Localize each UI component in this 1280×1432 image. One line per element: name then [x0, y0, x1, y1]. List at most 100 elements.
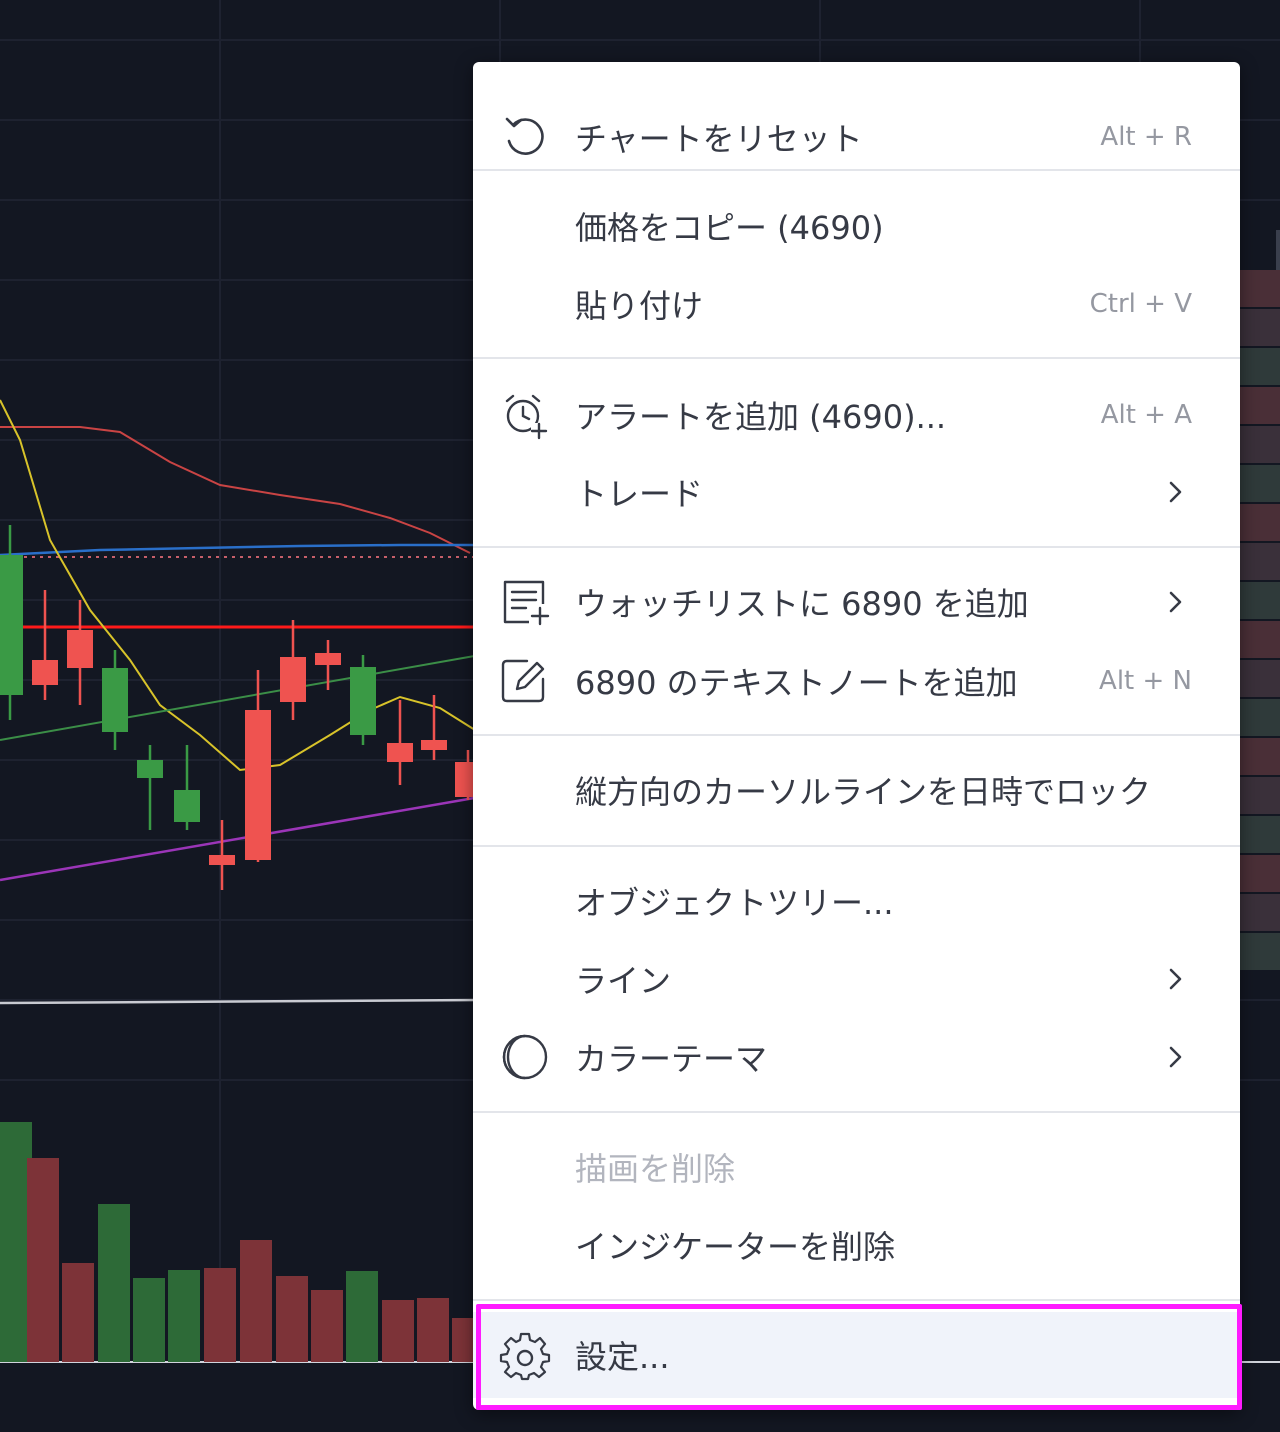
menu-item-label: 描画を削除	[575, 1150, 736, 1188]
menu-item-object-tree[interactable]: オブジェクトツリー...	[473, 862, 1240, 940]
volume-bars	[0, 1122, 484, 1362]
menu-item-color-theme[interactable]: カラーテーマ	[473, 1018, 1240, 1096]
volume-bar	[133, 1278, 165, 1362]
menu-item-shortcut: Alt + A	[1100, 400, 1192, 430]
price-scale-block	[1240, 933, 1280, 970]
menu-item-settings[interactable]: 設定...	[473, 1312, 1240, 1398]
price-scale-block	[1240, 348, 1280, 385]
indicator-line	[0, 426, 471, 554]
chevron-right-icon	[1169, 968, 1182, 990]
price-scale-block	[1240, 894, 1280, 931]
menu-item-label: アラートを追加 (4690)...	[575, 398, 947, 436]
menu-item-label: ウォッチリストに 6890 を追加	[575, 585, 1029, 623]
menu-item-paste[interactable]: 貼り付け Ctrl + V	[473, 265, 1240, 343]
candle-body	[137, 760, 163, 778]
price-scale-block	[1240, 777, 1280, 814]
menu-separator	[473, 1299, 1240, 1301]
candle-body	[350, 667, 376, 735]
volume-bar	[382, 1300, 414, 1362]
price-scale-block	[1240, 309, 1280, 346]
price-scale-block	[1240, 504, 1280, 541]
price-scale-block	[1240, 582, 1280, 619]
watchlist-add-icon	[503, 580, 550, 626]
menu-item-reset-chart[interactable]: チャートをリセット Alt + R	[473, 98, 1240, 176]
price-scale-block	[1240, 426, 1280, 463]
price-scale-block	[1240, 855, 1280, 892]
menu-item-label: 縦方向のカーソルラインを日時でロック	[575, 773, 1152, 811]
indicator-line	[0, 543, 480, 557]
menu-item-label: トレード	[575, 475, 704, 513]
price-scale-block	[1240, 543, 1280, 580]
volume-bar	[204, 1268, 236, 1362]
menu-item-label: チャートをリセット	[575, 120, 863, 158]
candle-body	[245, 710, 271, 860]
menu-separator	[473, 1111, 1240, 1113]
menu-separator	[473, 357, 1240, 359]
channel-line	[0, 795, 481, 882]
candle-body	[174, 790, 200, 822]
candle-body	[387, 743, 413, 762]
volume-bar	[311, 1290, 343, 1362]
menu-separator	[473, 845, 1240, 847]
menu-item-lines[interactable]: ライン	[473, 940, 1240, 1018]
price-scale-panel	[1240, 230, 1280, 970]
note-edit-icon	[501, 659, 545, 703]
price-scale-block	[1240, 387, 1280, 424]
volume-bar	[98, 1204, 130, 1362]
candle-body	[209, 855, 235, 865]
candle-body	[102, 668, 128, 732]
menu-item-remove-drawings: 描画を削除	[473, 1128, 1240, 1206]
moon-icon	[502, 1034, 548, 1080]
menu-item-trade[interactable]: トレード	[473, 453, 1240, 531]
candle-body	[67, 630, 93, 668]
menu-item-shortcut: Alt + R	[1100, 122, 1192, 152]
menu-item-copy-price[interactable]: 価格をコピー (4690)	[473, 187, 1240, 265]
menu-item-label: カラーテーマ	[575, 1040, 768, 1078]
gear-icon	[499, 1332, 551, 1381]
volume-bar	[168, 1270, 200, 1362]
menu-item-add-text-note[interactable]: 6890 のテキストノートを追加 Alt + N	[473, 642, 1240, 720]
menu-separator	[473, 734, 1240, 736]
candle-body	[315, 653, 341, 665]
volume-bar	[346, 1271, 378, 1362]
price-scale-block	[1240, 270, 1280, 307]
menu-item-remove-indicators[interactable]: インジケーターを削除	[473, 1206, 1240, 1284]
menu-separator	[473, 546, 1240, 548]
volume-bar	[62, 1263, 94, 1362]
scale-marker	[1276, 230, 1280, 270]
menu-item-shortcut: Ctrl + V	[1089, 289, 1192, 319]
volume-bar	[417, 1298, 449, 1362]
context-menu: チャートをリセット Alt + R 価格をコピー (4690) 貼り付け Ctr…	[473, 62, 1240, 1410]
menu-item-label: 貼り付け	[575, 287, 704, 325]
menu-item-label: 価格をコピー (4690)	[575, 209, 884, 247]
price-scale-block	[1240, 465, 1280, 502]
volume-bar	[240, 1240, 272, 1362]
menu-item-add-alert[interactable]: アラートを追加 (4690)... Alt + A	[473, 376, 1240, 454]
menu-item-label: ライン	[575, 962, 672, 1000]
volume-bar	[276, 1276, 308, 1362]
price-scale-block	[1240, 660, 1280, 697]
price-scale-block	[1240, 699, 1280, 736]
candle-body	[280, 657, 306, 702]
menu-item-add-to-watchlist[interactable]: ウォッチリストに 6890 を追加	[473, 563, 1240, 641]
menu-separator	[473, 169, 1240, 171]
candle-body	[0, 555, 23, 695]
price-scale-block	[1240, 621, 1280, 658]
menu-item-shortcut: Alt + N	[1099, 666, 1192, 696]
price-scale-block	[1240, 816, 1280, 853]
volume-bar	[27, 1158, 59, 1362]
menu-item-label: インジケーターを削除	[575, 1228, 896, 1266]
chevron-right-icon	[1169, 1046, 1182, 1068]
menu-item-lock-cursor-line[interactable]: 縦方向のカーソルラインを日時でロック	[473, 751, 1240, 829]
candle-body	[32, 660, 58, 685]
reset-icon	[505, 117, 544, 155]
menu-item-label: 設定...	[575, 1338, 670, 1376]
chevron-right-icon	[1169, 591, 1182, 613]
menu-item-label: 6890 のテキストノートを追加	[575, 664, 1018, 702]
moving-average-line	[0, 399, 476, 772]
candle-body	[421, 740, 447, 750]
menu-item-label: オブジェクトツリー...	[575, 884, 894, 922]
chevron-right-icon	[1169, 481, 1182, 503]
alarm-plus-icon	[505, 394, 548, 440]
price-scale-block	[1240, 738, 1280, 775]
